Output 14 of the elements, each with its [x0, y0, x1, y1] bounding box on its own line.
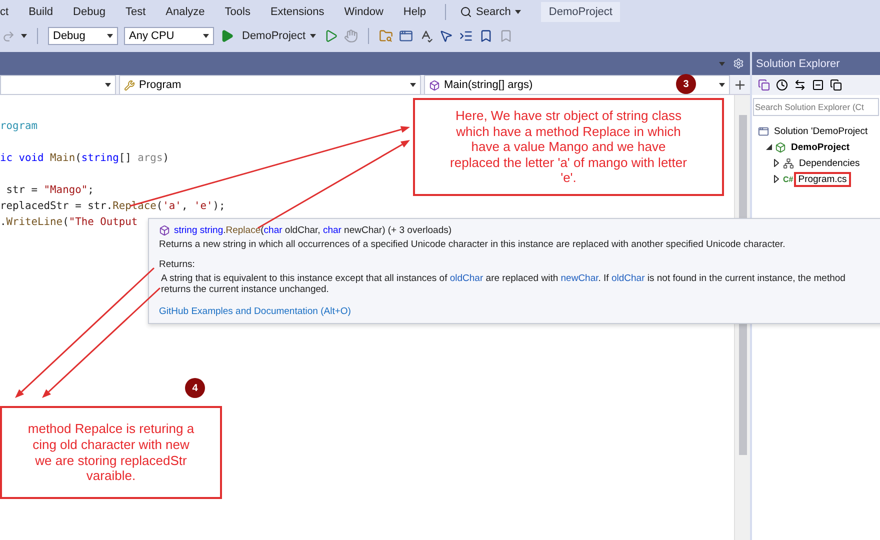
- file-type-label: C#: [783, 174, 794, 184]
- method-signature: string string.Replace(char oldChar, char newChar) (+ 3 overloads): [174, 225, 452, 236]
- panel-title: Solution Explorer: [752, 52, 880, 75]
- code-line: replacedStr = str.Replace('a', 'e');: [0, 199, 226, 214]
- description: Returns a new string in which all occurrences of a specified Unicode character in this instance are replaced with another specified Unicode character.: [159, 239, 786, 250]
- code-line: rogram: [0, 119, 38, 134]
- code-line: ic void Main(string[] args): [0, 151, 169, 166]
- returns-label: Returns:: [159, 259, 196, 270]
- code-line: str = "Mango";: [5, 183, 94, 198]
- annotation-text: Here, We have str object of string class which have a method Replace in which have a value Mango and we have replaced the letter 'a' of mango with letter 'e'.: [450, 108, 687, 186]
- annotation-text: method Repalce is returing a cing old character with new we are storing replacedStr varaible.: [28, 421, 194, 484]
- project-title: DemoProject: [540, 2, 620, 22]
- returns-description: A string that is equivalent to this instance except that all instances of oldChar are replaced with newChar. If oldChar is not found in the current instance, the method returns the current instance unchanged.: [160, 273, 846, 295]
- code-line: .WriteLine("The Output: [0, 215, 138, 230]
